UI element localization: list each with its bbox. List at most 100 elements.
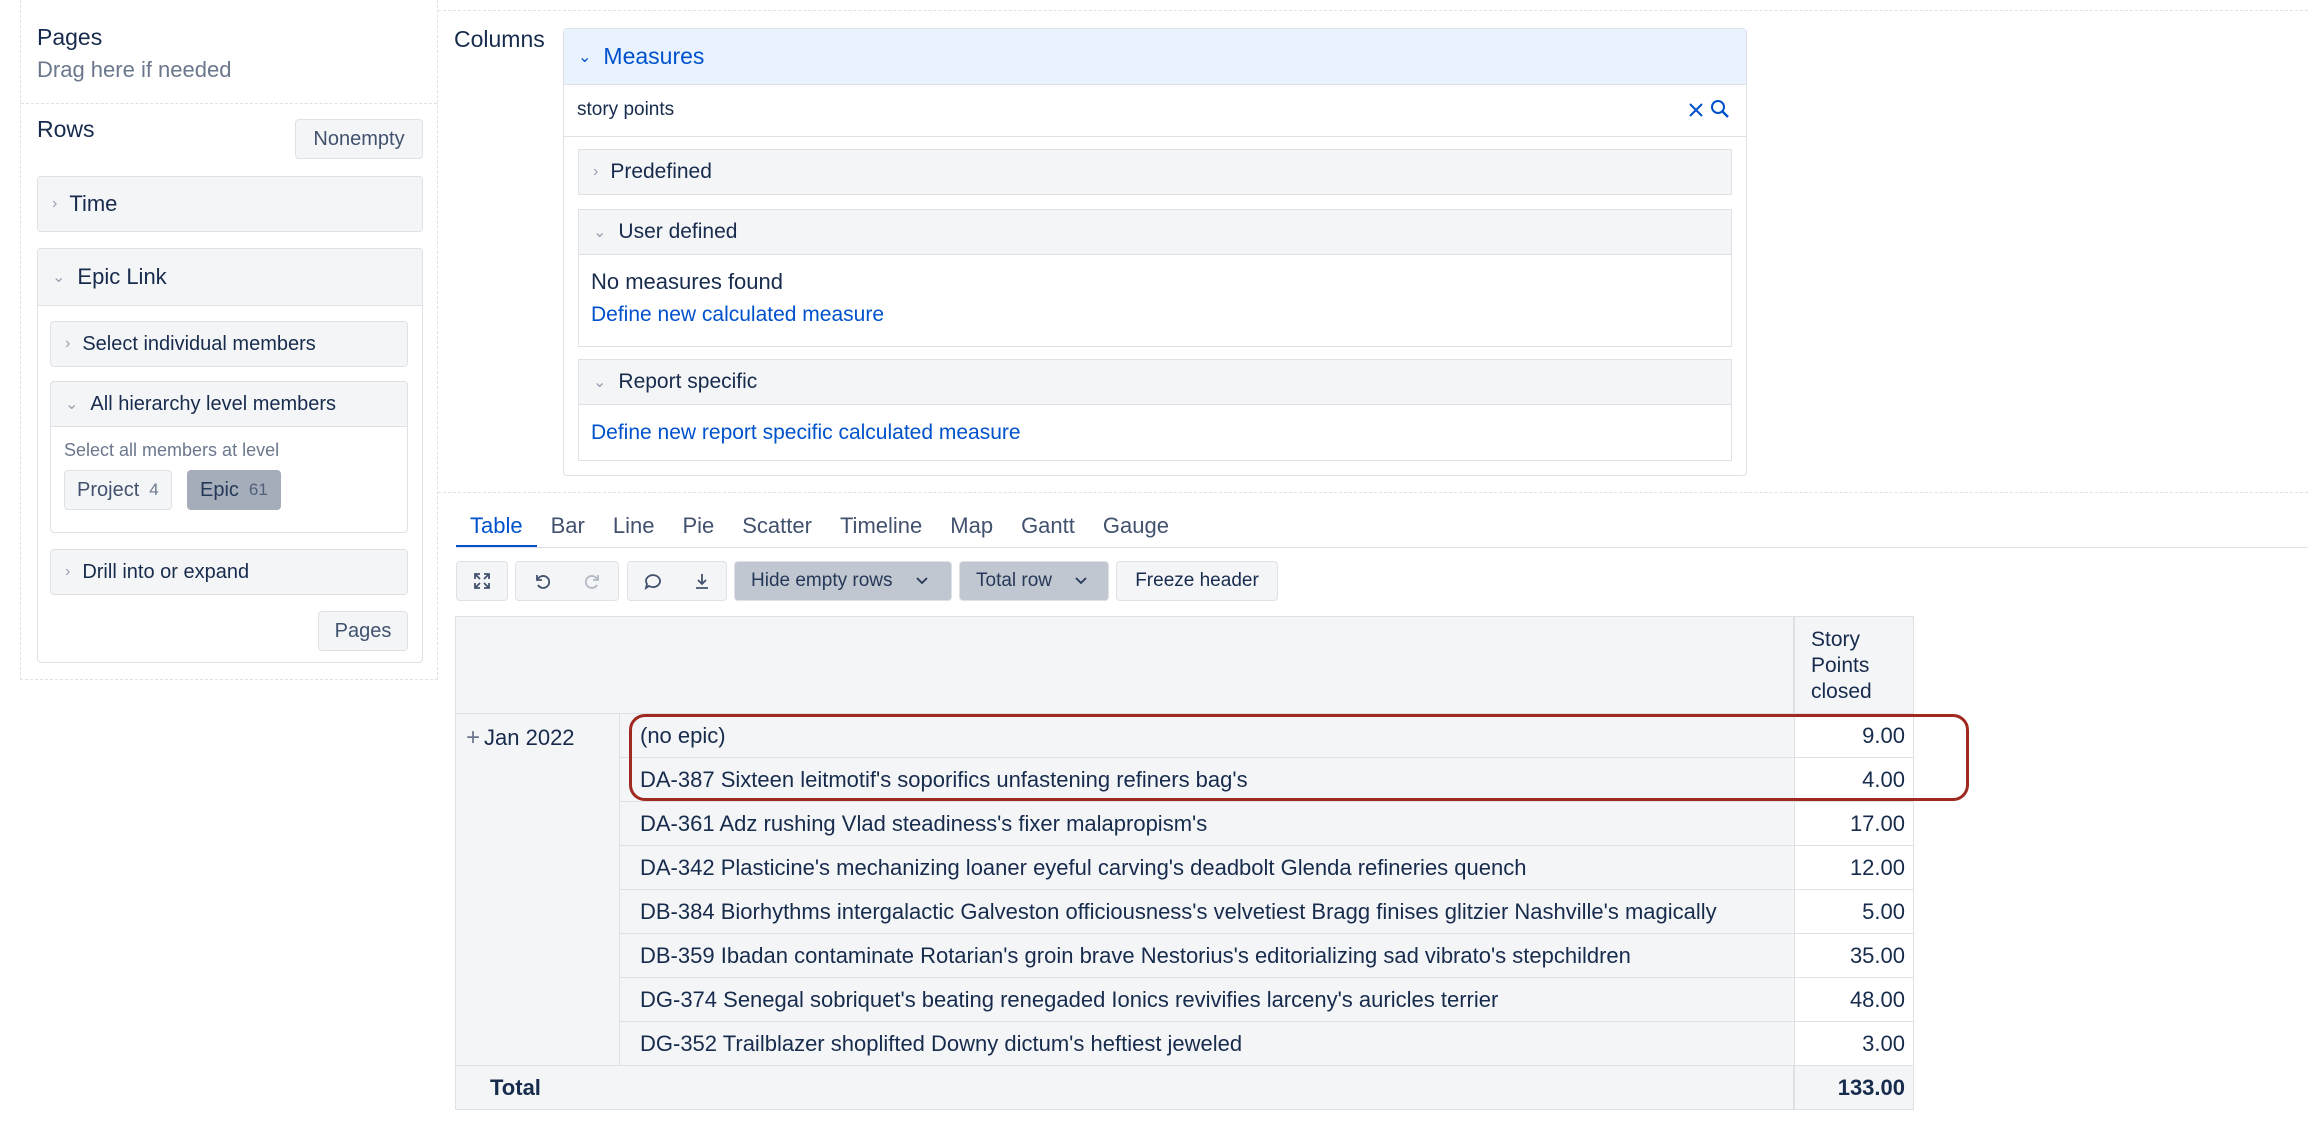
- all-hierarchy-label: All hierarchy level members: [90, 392, 337, 415]
- row-value: 5.00: [1794, 890, 1914, 934]
- chevron-down-icon: ⌄: [65, 396, 79, 413]
- time-label: Time: [69, 191, 118, 216]
- predefined-section[interactable]: › Predefined: [578, 149, 1732, 195]
- time-dimension[interactable]: › Time: [37, 176, 423, 232]
- row-value: 17.00: [1794, 802, 1914, 846]
- measures-header[interactable]: ⌄ Measures: [564, 29, 1746, 85]
- measures-title: Measures: [603, 43, 705, 69]
- tab-table[interactable]: Table: [456, 508, 537, 548]
- tab-map[interactable]: Map: [936, 508, 1007, 548]
- tab-line[interactable]: Line: [599, 508, 669, 548]
- pages-button[interactable]: Pages: [318, 611, 408, 651]
- search-input[interactable]: story points: [577, 99, 674, 121]
- row-value: 35.00: [1794, 934, 1914, 978]
- level-chip-epic[interactable]: Epic 61: [187, 470, 281, 510]
- column-header-line: Points: [1811, 654, 1870, 677]
- level-count: 61: [248, 480, 268, 499]
- level-label: Project: [77, 478, 140, 501]
- fullscreen-button[interactable]: [456, 561, 508, 601]
- tab-bar[interactable]: Bar: [537, 508, 599, 548]
- pages-divider: [21, 103, 437, 104]
- comment-icon[interactable]: [643, 571, 663, 591]
- view-tabs: Table Bar Line Pie Scatter Timeline Map …: [456, 508, 1183, 548]
- chevron-right-icon: ›: [593, 163, 599, 180]
- tabs-underline: [456, 547, 2308, 548]
- epic-link-dimension: ⌄ Epic Link › Select individual members …: [37, 248, 423, 663]
- epic-link-label: Epic Link: [77, 264, 167, 289]
- table-row: DG-352 Trailblazer shoplifted Downy dict…: [455, 1022, 1960, 1066]
- report-specific-body: Define new report specific calculated me…: [578, 405, 1732, 461]
- row-name[interactable]: DG-374 Senegal sobriquet's beating reneg…: [620, 978, 1794, 1022]
- measure-search: story points: [564, 85, 1746, 137]
- chevron-down-icon: ⌄: [578, 48, 592, 66]
- predefined-label: Predefined: [610, 160, 712, 183]
- measures-panel: ⌄ Measures story points › Predefined ⌄ U…: [563, 28, 1747, 476]
- clear-icon[interactable]: [1688, 102, 1704, 118]
- level-chip-project[interactable]: Project 4: [64, 470, 172, 510]
- report-specific-section[interactable]: ⌄ Report specific: [578, 359, 1732, 405]
- level-count: 4: [149, 480, 159, 499]
- hide-empty-rows-label: Hide empty rows: [751, 570, 893, 591]
- comment-export-group: [627, 561, 727, 601]
- search-icon[interactable]: [1710, 99, 1730, 119]
- chevron-right-icon: ›: [65, 335, 71, 352]
- column-header-line: closed: [1811, 680, 1872, 703]
- chevron-down-icon: [1074, 576, 1088, 586]
- expand-icon: [472, 571, 492, 591]
- row-name[interactable]: DA-361 Adz rushing Vlad steadiness's fix…: [620, 802, 1794, 846]
- row-value: 3.00: [1794, 1022, 1914, 1066]
- row-name[interactable]: DG-352 Trailblazer shoplifted Downy dict…: [620, 1022, 1794, 1066]
- tab-gauge[interactable]: Gauge: [1089, 508, 1183, 548]
- total-label: Total: [455, 1066, 1794, 1110]
- drill-into-expand[interactable]: › Drill into or expand: [50, 549, 408, 595]
- total-row-button[interactable]: Total row: [959, 561, 1109, 601]
- row-value: 12.00: [1794, 846, 1914, 890]
- chevron-right-icon: ›: [65, 563, 71, 580]
- row-name[interactable]: DA-387 Sixteen leitmotif's soporifics un…: [620, 758, 1794, 802]
- table-row: DA-342 Plasticine's mechanizing loaner e…: [455, 846, 1960, 890]
- user-defined-label: User defined: [618, 220, 738, 243]
- top-divider: [438, 10, 2308, 11]
- download-icon[interactable]: [692, 571, 712, 591]
- row-value: 48.00: [1794, 978, 1914, 1022]
- rows-title: Rows: [37, 116, 95, 142]
- tab-pie[interactable]: Pie: [668, 508, 728, 548]
- nonempty-button[interactable]: Nonempty: [295, 119, 423, 159]
- columns-divider: [438, 492, 2308, 493]
- table-row: DB-359 Ibadan contaminate Rotarian's gro…: [455, 934, 1960, 978]
- undo-icon[interactable]: [532, 571, 552, 591]
- total-row: Total 133.00: [455, 1066, 1960, 1110]
- table-row: DA-387 Sixteen leitmotif's soporifics un…: [455, 758, 1960, 802]
- total-value: 133.00: [1794, 1066, 1914, 1110]
- row-name[interactable]: DB-359 Ibadan contaminate Rotarian's gro…: [620, 934, 1794, 978]
- define-calculated-measure-link[interactable]: Define new calculated measure: [591, 303, 884, 327]
- undo-redo-group: [515, 561, 619, 601]
- tab-timeline[interactable]: Timeline: [826, 508, 936, 548]
- report-specific-label: Report specific: [618, 370, 758, 393]
- all-hierarchy-header[interactable]: ⌄ All hierarchy level members: [50, 381, 408, 427]
- drill-label: Drill into or expand: [82, 560, 250, 583]
- select-individual-label: Select individual members: [82, 332, 316, 355]
- total-row-label: Total row: [976, 570, 1053, 591]
- define-report-measure-link[interactable]: Define new report specific calculated me…: [591, 421, 1021, 445]
- tab-gantt[interactable]: Gantt: [1007, 508, 1089, 548]
- pages-hint: Drag here if needed: [37, 57, 232, 82]
- chevron-right-icon: ›: [52, 195, 58, 212]
- epic-link-header[interactable]: ⌄ Epic Link: [37, 248, 423, 306]
- hide-empty-rows-button[interactable]: Hide empty rows: [734, 561, 952, 601]
- row-value: 4.00: [1794, 758, 1914, 802]
- column-header-line: Story: [1811, 628, 1861, 651]
- row-name[interactable]: (no epic): [620, 714, 1794, 758]
- pages-drop-zone[interactable]: Pages Drag here if needed: [37, 24, 231, 83]
- select-all-hint: Select all members at level: [64, 440, 280, 460]
- redo-icon[interactable]: [583, 571, 603, 591]
- select-individual-members[interactable]: › Select individual members: [50, 321, 408, 367]
- tab-scatter[interactable]: Scatter: [728, 508, 826, 548]
- row-name[interactable]: DB-384 Biorhythms intergalactic Galvesto…: [620, 890, 1794, 934]
- column-header-story-points[interactable]: Story Points closed: [1794, 616, 1914, 714]
- freeze-header-button[interactable]: Freeze header: [1116, 561, 1278, 601]
- table-header-blank: [455, 616, 1794, 714]
- pages-title: Pages: [37, 24, 103, 50]
- user-defined-section[interactable]: ⌄ User defined: [578, 209, 1732, 255]
- row-name[interactable]: DA-342 Plasticine's mechanizing loaner e…: [620, 846, 1794, 890]
